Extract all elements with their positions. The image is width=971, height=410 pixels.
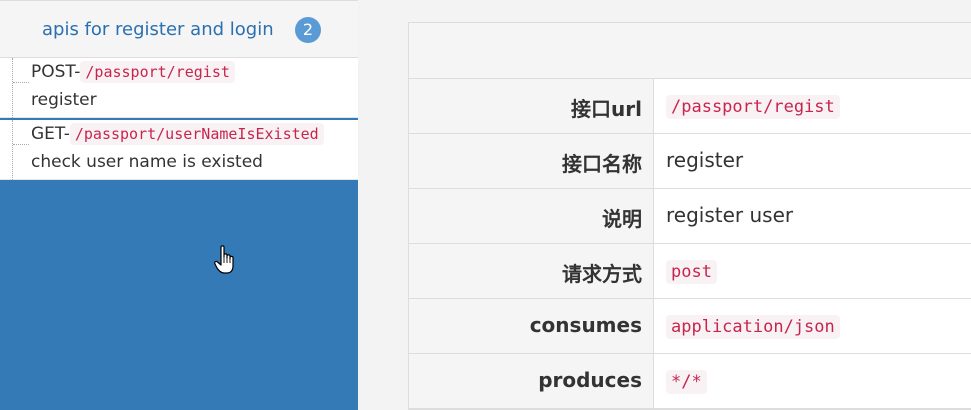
api-item-username-check[interactable]: GET-/passport/userNameIsExisted check us… bbox=[0, 120, 358, 180]
row-url: 接口url /passport/regist bbox=[409, 79, 971, 134]
row-label: 请求方式 bbox=[562, 262, 642, 286]
row-value: */* bbox=[666, 370, 707, 394]
row-value: register user bbox=[666, 203, 794, 227]
row-consumes: consumes application/json bbox=[409, 299, 971, 354]
tree-connector bbox=[12, 120, 31, 180]
row-value: /passport/regist bbox=[666, 95, 840, 119]
api-detail-table: 接口url /passport/regist 接口名称 register 说明 … bbox=[408, 22, 971, 410]
row-value: application/json bbox=[666, 315, 840, 339]
api-description: check user name is existed bbox=[31, 152, 263, 172]
hand-pointer-icon bbox=[214, 245, 234, 274]
row-label: 接口url bbox=[571, 97, 642, 121]
api-description: register bbox=[31, 90, 97, 110]
api-path: /passport/userNameIsExisted bbox=[69, 123, 324, 145]
row-value: post bbox=[666, 260, 717, 284]
api-group-title[interactable]: apis for register and login bbox=[42, 19, 274, 40]
row-label: 说明 bbox=[602, 207, 642, 231]
api-item-register[interactable]: POST-/passport/regist register bbox=[0, 58, 358, 118]
api-group-header[interactable]: apis for register and login 2 bbox=[0, 0, 358, 58]
row-label: consumes bbox=[529, 313, 642, 337]
row-label: produces bbox=[538, 368, 642, 392]
tree-connector bbox=[12, 58, 31, 118]
table-header bbox=[409, 23, 971, 79]
row-label: 接口名称 bbox=[562, 152, 642, 176]
api-method: GET- bbox=[31, 124, 70, 144]
row-description: 说明 register user bbox=[409, 189, 971, 244]
row-name: 接口名称 register bbox=[409, 134, 971, 189]
row-value: register bbox=[666, 148, 744, 172]
api-method: POST- bbox=[31, 62, 81, 82]
row-method: 请求方式 post bbox=[409, 244, 971, 299]
api-path: /passport/regist bbox=[80, 61, 235, 83]
row-produces: produces */* bbox=[409, 354, 971, 409]
sidebar: apis for register and login 2 POST-/pass… bbox=[0, 0, 358, 410]
api-count-badge: 2 bbox=[295, 17, 321, 43]
